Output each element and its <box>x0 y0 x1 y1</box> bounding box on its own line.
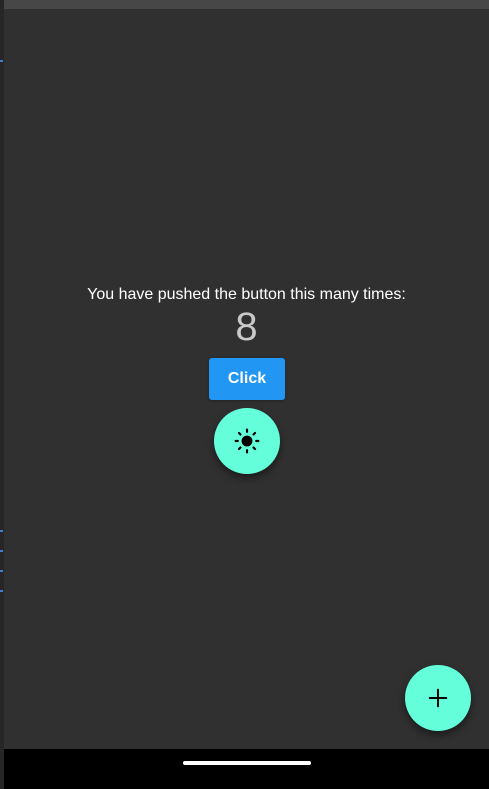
edge-mark <box>0 530 3 532</box>
plus-icon <box>428 688 448 708</box>
add-button[interactable] <box>405 665 471 731</box>
brightness-icon <box>234 428 260 454</box>
counter-value: 8 <box>235 305 258 349</box>
window-top-bar <box>4 0 489 9</box>
edge-mark <box>0 570 3 572</box>
edge-mark <box>0 550 3 552</box>
counter-caption: You have pushed the button this many tim… <box>87 286 406 303</box>
theme-toggle-button[interactable] <box>214 408 280 474</box>
app-screen: You have pushed the button this many tim… <box>4 9 489 749</box>
home-indicator[interactable] <box>183 761 311 765</box>
click-button[interactable]: Click <box>209 358 285 400</box>
edge-mark <box>0 590 3 592</box>
edge-mark <box>0 60 3 62</box>
system-navigation-bar <box>4 749 489 789</box>
